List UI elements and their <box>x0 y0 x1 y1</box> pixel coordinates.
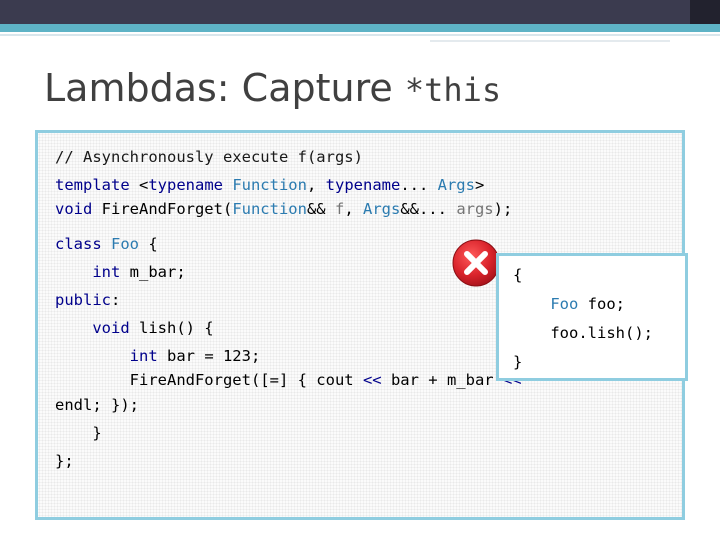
code-line-public: public: <box>55 286 522 314</box>
usage-popup: { Foo foo; foo.lish();} <box>496 253 688 381</box>
code-text: { <box>139 235 158 253</box>
code-text: && <box>306 200 326 218</box>
type-name: Foo <box>550 295 579 313</box>
keyword: void <box>55 200 93 218</box>
keyword: template <box>55 176 130 194</box>
title-text: Lambdas: Capture <box>44 66 405 110</box>
code-text: &&... <box>400 200 447 218</box>
code-text: { <box>513 266 523 284</box>
top-banner <box>0 0 720 24</box>
code-text: ); <box>493 200 513 218</box>
code-text: endl; }); <box>55 396 139 414</box>
code-line-call-end: endl; }); <box>55 391 522 419</box>
type-name: Foo <box>101 235 139 253</box>
code-text: bar + m_bar <box>381 371 503 389</box>
param-name: args <box>446 200 494 218</box>
code-text: < <box>129 176 149 194</box>
type-name: Function <box>232 200 307 218</box>
code-text: FireAndForget([=] { cout <box>55 371 363 389</box>
keyword: typename <box>325 176 401 194</box>
top-banner-accent <box>690 0 720 24</box>
accent-stripe <box>0 24 720 32</box>
keyword: int <box>129 347 158 365</box>
code-comment: // Asynchronously execute f(args) <box>55 148 363 166</box>
code-text: : <box>111 291 121 309</box>
code-text: foo; <box>578 295 625 313</box>
code-text: bar = 123; <box>157 347 261 365</box>
param-name: f <box>325 200 345 218</box>
code-text: ... <box>400 176 429 194</box>
type-name: Function <box>222 176 307 194</box>
divider-line-short <box>430 40 670 42</box>
code-line-template: template <typename Function, typename...… <box>55 171 522 199</box>
slide-title: Lambdas: Capture *this <box>44 66 501 111</box>
code-text: } <box>513 353 523 371</box>
code-line-close-method: } <box>55 419 522 447</box>
divider-line <box>0 34 720 36</box>
popup-line: } <box>513 348 653 377</box>
code-text: foo.lish(); <box>513 324 653 342</box>
popup-code: { Foo foo; foo.lish();} <box>513 261 653 377</box>
code-text: FireAndForget( <box>92 200 233 218</box>
code-text: lish() { <box>129 319 214 337</box>
code-gap <box>55 220 522 230</box>
code-line-comment: // Asynchronously execute f(args) <box>55 143 522 171</box>
popup-line: { <box>513 261 653 290</box>
code-line-call: FireAndForget([=] { cout << bar + m_bar … <box>55 370 522 391</box>
keyword: int <box>92 263 121 281</box>
code-text: }; <box>55 452 74 470</box>
code-line-method: void lish() { <box>55 314 522 342</box>
popup-line: foo.lish(); <box>513 319 653 348</box>
keyword: typename <box>148 176 223 194</box>
popup-line: Foo foo; <box>513 290 653 319</box>
type-name: Args <box>362 200 401 218</box>
code-text: , <box>344 200 363 218</box>
code-line-declaration: void FireAndForget(Function&& f, Args&&.… <box>55 199 522 220</box>
error-x-icon <box>452 239 500 287</box>
type-name: Args <box>428 176 475 194</box>
keyword: class <box>55 235 102 253</box>
code-line-local: int bar = 123; <box>55 342 522 370</box>
keyword: void <box>92 319 130 337</box>
keyword: public <box>55 291 111 309</box>
code-text: } <box>55 424 102 442</box>
operator: << <box>362 371 382 389</box>
title-code: *this <box>404 71 502 109</box>
code-listing: // Asynchronously execute f(args) templat… <box>55 143 522 475</box>
code-line-close-class: }; <box>55 447 522 475</box>
code-text: m_bar; <box>120 263 186 281</box>
code-text: > <box>474 176 485 194</box>
code-text: , <box>306 176 326 194</box>
